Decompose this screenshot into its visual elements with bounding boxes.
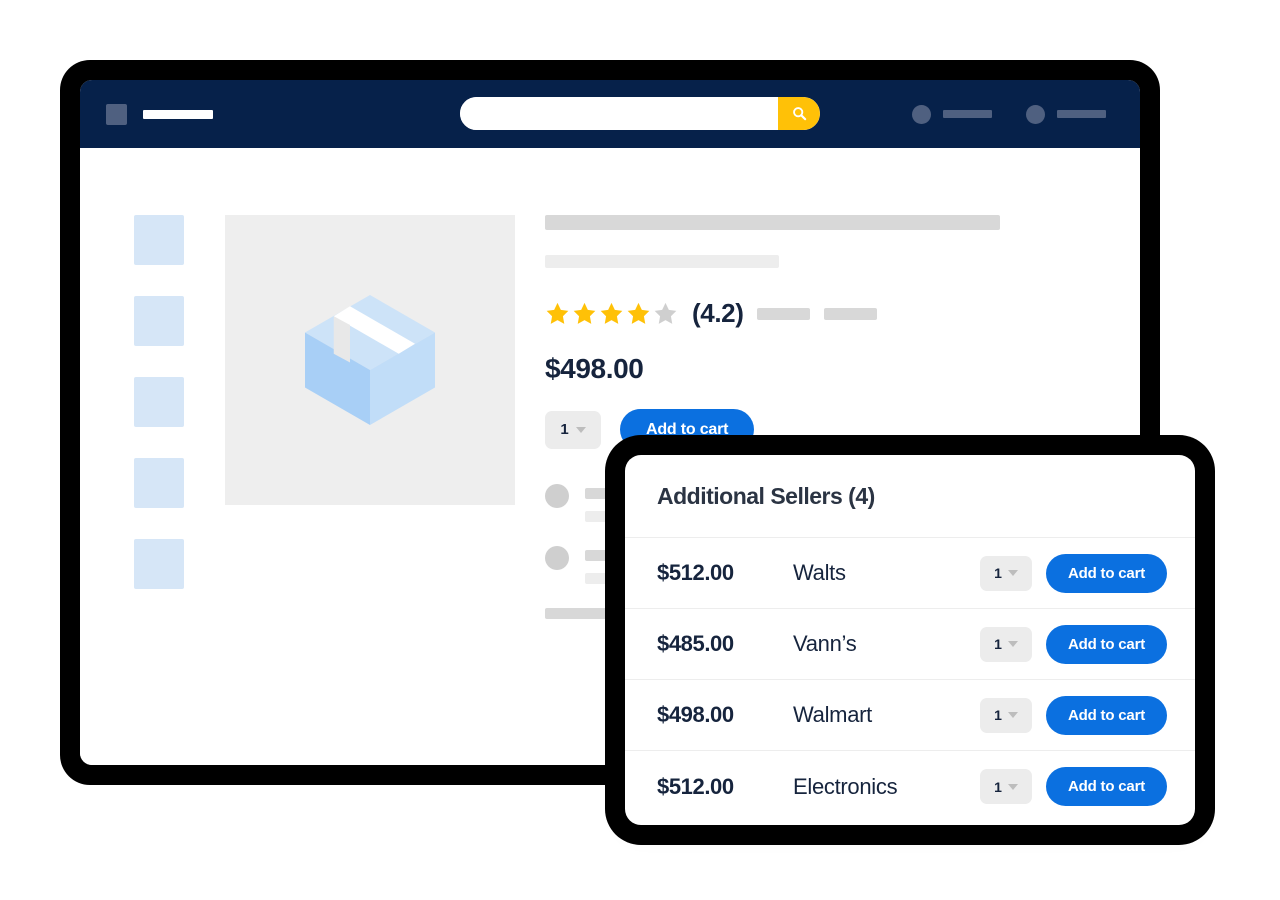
search-button[interactable] [778, 97, 820, 130]
seller-quantity-selector[interactable]: 1 [980, 626, 1033, 662]
rating-meta-placeholder [757, 307, 878, 320]
account-circle-icon [912, 104, 931, 124]
nav-label-placeholder [1057, 110, 1106, 118]
gallery-thumbnail[interactable] [134, 458, 184, 508]
star-filled-icon [627, 302, 650, 324]
seller-price: $512.00 [657, 560, 734, 585]
star-rating[interactable] [545, 301, 678, 326]
product-hero-image[interactable] [225, 215, 515, 505]
gallery-thumbnail[interactable] [134, 296, 184, 346]
product-title-placeholder [545, 215, 1000, 230]
screenshot-root: (4.2) $498.00 1 Add to cart Additional S… [0, 0, 1280, 900]
search-input[interactable] [460, 97, 778, 130]
gallery-thumbnail[interactable] [134, 377, 184, 427]
seller-name: Walmart [793, 702, 872, 727]
review-link-placeholder [824, 307, 878, 320]
sellers-popup-count: (4) [848, 482, 875, 509]
seller-row: $512.00 Walts 1 Add to cart [625, 538, 1195, 609]
header-nav-item-cart[interactable] [1026, 104, 1106, 124]
seller-quantity-selector[interactable]: 1 [980, 769, 1033, 804]
seller-price: $512.00 [657, 773, 734, 799]
sellers-popup-title-text: Additional Sellers [657, 482, 843, 509]
sellers-popup-title: Additional Sellers (4) [657, 483, 875, 510]
quantity-selector[interactable]: 1 [545, 410, 601, 449]
star-filled-icon [573, 302, 596, 324]
search-icon [792, 107, 806, 121]
seller-add-to-cart-button[interactable]: Add to cart [1046, 767, 1167, 806]
chevron-down-icon [1007, 783, 1018, 790]
quantity-value: 1 [560, 421, 569, 438]
seller-add-to-cart-button[interactable]: Add to cart [1046, 624, 1167, 664]
chevron-down-icon [1007, 570, 1018, 576]
site-header [80, 80, 1140, 148]
seller-row: $498.00 Walmart 1 Add to cart [625, 680, 1195, 751]
site-logo[interactable] [106, 103, 213, 125]
seller-add-to-cart-button[interactable]: Add to cart [1046, 553, 1167, 593]
star-filled-icon [546, 302, 569, 324]
gallery-thumbnail-rail [134, 215, 184, 589]
gallery-thumbnail[interactable] [134, 539, 184, 589]
seller-price: $498.00 [657, 702, 734, 727]
product-subtitle-placeholder [545, 255, 779, 268]
nav-label-placeholder [943, 110, 992, 118]
chevron-down-icon [1007, 712, 1018, 718]
rating-value: (4.2) [692, 298, 744, 328]
avatar-placeholder [545, 546, 569, 570]
product-price: $498.00 [545, 353, 644, 384]
seller-quantity-selector[interactable]: 1 [980, 697, 1033, 733]
package-box-icon [305, 295, 435, 425]
logo-square-icon [106, 103, 127, 125]
seller-quantity-selector[interactable]: 1 [980, 555, 1033, 591]
sellers-popup-header: Additional Sellers (4) [625, 455, 1195, 538]
seller-quantity-value: 1 [994, 707, 1002, 723]
seller-add-to-cart-button[interactable]: Add to cart [1046, 695, 1167, 735]
seller-quantity-value: 1 [994, 565, 1002, 581]
seller-row: $512.00 Electronics 1 Add to cart [625, 751, 1195, 822]
star-filled-icon [600, 302, 623, 324]
cart-circle-icon [1026, 104, 1045, 124]
seller-name: Walts [793, 560, 846, 585]
chevron-down-icon [1007, 641, 1018, 647]
seller-price: $485.00 [657, 631, 734, 656]
chevron-down-icon [575, 426, 586, 433]
avatar-placeholder [545, 484, 569, 508]
seller-quantity-value: 1 [994, 636, 1002, 652]
review-count-placeholder [757, 307, 811, 320]
header-nav [912, 80, 1106, 148]
search-bar[interactable] [460, 97, 820, 130]
gallery-thumbnail[interactable] [134, 215, 184, 265]
seller-quantity-value: 1 [994, 778, 1002, 795]
star-empty-icon [654, 302, 677, 324]
header-nav-item-account[interactable] [912, 104, 992, 124]
seller-name: Electronics [793, 773, 898, 799]
seller-row: $485.00 Vann’s 1 Add to cart [625, 609, 1195, 680]
logo-wordmark-placeholder [143, 109, 213, 119]
product-rating: (4.2) [545, 298, 1015, 329]
additional-sellers-popup: Additional Sellers (4) $512.00 Walts 1 A… [625, 455, 1195, 825]
seller-name: Vann’s [793, 631, 857, 656]
